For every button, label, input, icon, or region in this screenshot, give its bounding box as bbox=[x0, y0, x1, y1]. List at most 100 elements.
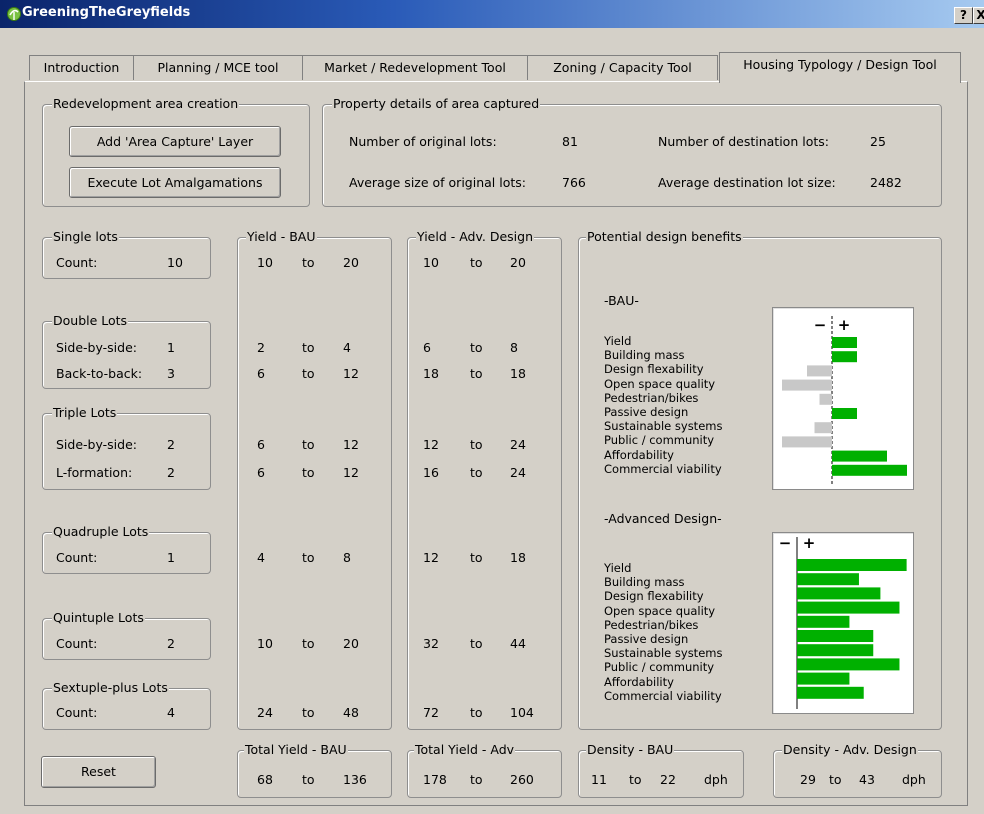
advanced-bar-7 bbox=[797, 644, 874, 657]
add-area-capture-layer-button[interactable]: Add 'Area Capture' Layer bbox=[69, 126, 281, 157]
triple-l-formation-label: L-formation: bbox=[56, 465, 133, 480]
density-adv-to: to bbox=[829, 772, 842, 787]
density-adv-min: 29 bbox=[800, 772, 816, 787]
total-yield-adv-min: 178 bbox=[423, 772, 447, 787]
bau-bar-6 bbox=[832, 408, 857, 419]
sextuple-plus-lots-title: Sextuple-plus Lots bbox=[52, 680, 169, 695]
advanced-chart: − + bbox=[772, 532, 914, 714]
avg-original-size-value: 766 bbox=[562, 175, 586, 190]
quadruple-lots-title: Quadruple Lots bbox=[52, 524, 150, 539]
triple-lots-title: Triple Lots bbox=[52, 405, 118, 420]
advanced-bar-6 bbox=[797, 630, 874, 642]
yield-adv-row-3-to: to bbox=[470, 366, 483, 381]
yield-adv-row-1-min: 10 bbox=[423, 255, 439, 270]
advanced-category-label-2: Building mass bbox=[604, 575, 685, 590]
quadruple-count-label: Count: bbox=[56, 550, 98, 565]
yield-bau-row-6-to: to bbox=[302, 550, 315, 565]
advanced-category-label-4: Open space quality bbox=[604, 603, 716, 618]
double-lots-title: Double Lots bbox=[52, 313, 129, 328]
bau-bar-2 bbox=[832, 351, 857, 363]
reset-button[interactable]: Reset bbox=[41, 756, 156, 788]
yield-bau-title: Yield - BAU bbox=[246, 229, 317, 244]
yield-adv-row-1-max: 20 bbox=[510, 255, 526, 270]
yield-adv-row-4-to: to bbox=[470, 437, 483, 452]
density-adv-title: Density - Adv. Design bbox=[782, 742, 918, 757]
advanced-minus-label: − bbox=[779, 534, 792, 552]
double-back-to-back-value: 3 bbox=[167, 366, 175, 381]
bau-category-labels: Yield Building mass Design flexability Open… bbox=[604, 335, 774, 486]
advanced-plus-label: + bbox=[803, 534, 816, 552]
yield-adv-row-7-max: 44 bbox=[510, 636, 526, 651]
yield-adv-row-2-min: 6 bbox=[423, 340, 431, 355]
yield-bau-row-3-min: 6 bbox=[257, 366, 265, 381]
destination-lots-label: Number of destination lots: bbox=[658, 134, 829, 149]
yield-adv-row-8-max: 104 bbox=[510, 705, 534, 720]
bau-bar-4 bbox=[782, 379, 832, 391]
quintuple-count-value: 2 bbox=[167, 636, 175, 651]
yield-adv-row-4-max: 24 bbox=[510, 437, 526, 452]
advanced-category-label-3: Design flexability bbox=[604, 589, 704, 604]
double-side-by-side-value: 1 bbox=[167, 340, 175, 355]
advanced-category-label-1: Yield bbox=[604, 561, 632, 575]
bau-bar-8 bbox=[782, 436, 832, 448]
yield-adv-row-4-min: 12 bbox=[423, 437, 439, 452]
total-yield-bau-to: to bbox=[302, 772, 315, 787]
yield-bau-row-2-to: to bbox=[302, 340, 315, 355]
yield-bau-row-5-to: to bbox=[302, 465, 315, 480]
advanced-category-label-8: Public / community bbox=[604, 660, 715, 675]
design-benefits-title: Potential design benefits bbox=[586, 229, 743, 244]
triple-side-by-side-label: Side-by-side: bbox=[56, 437, 137, 452]
bau-category-label-3: Design flexability bbox=[604, 362, 704, 377]
execute-lot-amalgamations-button[interactable]: Execute Lot Amalgamations bbox=[69, 167, 281, 198]
advanced-category-labels: Yield Building mass Design flexability Open… bbox=[604, 561, 774, 713]
density-adv-max: 43 bbox=[859, 772, 875, 787]
bau-bar-10 bbox=[832, 464, 907, 476]
yield-bau-row-8-min: 24 bbox=[257, 705, 273, 720]
bau-category-label-9: Affordability bbox=[604, 447, 674, 462]
advanced-bar-3 bbox=[797, 587, 881, 600]
total-yield-bau-min: 68 bbox=[257, 772, 273, 787]
yield-bau-row-1-max: 20 bbox=[343, 255, 359, 270]
bau-category-label-8: Public / community bbox=[604, 433, 715, 448]
advanced-heading: -Advanced Design- bbox=[604, 511, 722, 526]
bau-plus-label: + bbox=[838, 316, 851, 334]
bau-heading: -BAU- bbox=[604, 293, 639, 308]
yield-adv-row-7-min: 32 bbox=[423, 636, 439, 651]
bau-category-label-2: Building mass bbox=[604, 348, 685, 363]
yield-bau-row-4-min: 6 bbox=[257, 437, 265, 452]
yield-adv-row-5-max: 24 bbox=[510, 465, 526, 480]
total-yield-adv-to: to bbox=[470, 772, 483, 787]
original-lots-label: Number of original lots: bbox=[349, 134, 497, 149]
yield-bau-row-1-to: to bbox=[302, 255, 315, 270]
bau-category-label-10: Commercial viability bbox=[604, 461, 722, 476]
bau-bar-7 bbox=[814, 422, 832, 434]
quintuple-count-label: Count: bbox=[56, 636, 98, 651]
single-count-label: Count: bbox=[56, 255, 98, 270]
yield-adv-row-3-max: 18 bbox=[510, 366, 526, 381]
yield-bau-row-4-max: 12 bbox=[343, 437, 359, 452]
yield-adv-row-3-min: 18 bbox=[423, 366, 439, 381]
yield-bau-row-2-min: 2 bbox=[257, 340, 265, 355]
advanced-category-label-9: Affordability bbox=[604, 674, 674, 689]
yield-bau-row-3-max: 12 bbox=[343, 366, 359, 381]
destination-lots-value: 25 bbox=[870, 134, 886, 149]
density-bau-unit: dph bbox=[704, 772, 728, 787]
density-adv-unit: dph bbox=[902, 772, 926, 787]
yield-adv-row-7-to: to bbox=[470, 636, 483, 651]
bau-category-label-7: Sustainable systems bbox=[604, 419, 723, 434]
avg-original-size-label: Average size of original lots: bbox=[349, 175, 526, 190]
bau-bar-3 bbox=[807, 365, 832, 377]
bau-bar-9 bbox=[832, 450, 887, 462]
sextuple-count-value: 4 bbox=[167, 705, 175, 720]
advanced-bar-10 bbox=[797, 686, 864, 699]
yield-bau-row-5-min: 6 bbox=[257, 465, 265, 480]
advanced-category-label-10: Commercial viability bbox=[604, 688, 722, 703]
yield-bau-row-6-max: 8 bbox=[343, 550, 351, 565]
advanced-category-label-7: Sustainable systems bbox=[604, 646, 723, 661]
advanced-category-label-6: Passive design bbox=[604, 632, 689, 646]
yield-adv-row-8-to: to bbox=[470, 705, 483, 720]
bau-category-label-6: Passive design bbox=[604, 405, 689, 419]
yield-bau-group bbox=[237, 237, 392, 730]
panel-content: Redevelopment area creation Add 'Area Ca… bbox=[0, 0, 984, 814]
quintuple-lots-title: Quintuple Lots bbox=[52, 610, 145, 625]
